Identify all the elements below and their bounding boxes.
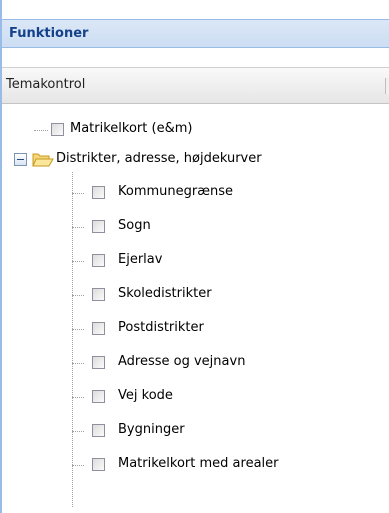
layer-label: Skoledistrikter xyxy=(118,286,212,301)
tree-connector xyxy=(72,329,84,330)
tree-connector xyxy=(72,431,84,432)
layer-checkbox[interactable] xyxy=(92,288,105,301)
panel-title: Funktioner xyxy=(9,26,89,41)
layer-checkbox[interactable] xyxy=(92,220,105,233)
folder-label: Distrikter, adresse, højdekurver xyxy=(56,151,262,166)
layer-label: Bygninger xyxy=(118,422,185,437)
layer-label: Matrikelkort med arealer xyxy=(118,456,279,471)
tree-item-matrikelkort[interactable]: Matrikelkort (e&m) xyxy=(0,118,389,142)
layer-checkbox[interactable] xyxy=(92,356,105,369)
tree-item-vej-kode[interactable]: Vej kode xyxy=(0,385,389,409)
layer-label: Postdistrikter xyxy=(118,320,204,335)
functions-panel: Funktioner Temakontrol Matrikelkort (e&m… xyxy=(0,0,389,513)
layer-label: Ejerlav xyxy=(118,252,163,267)
tree-connector xyxy=(72,227,84,228)
layer-label: Matrikelkort (e&m) xyxy=(70,121,193,136)
panel-header[interactable]: Funktioner xyxy=(2,19,389,48)
tree-connector xyxy=(72,363,84,364)
tree-item-adresse-og-vejnavn[interactable]: Adresse og vejnavn xyxy=(0,351,389,375)
layer-checkbox[interactable] xyxy=(92,390,105,403)
tree-connector xyxy=(72,465,84,466)
folder-open-icon xyxy=(32,153,54,167)
layer-checkbox[interactable] xyxy=(92,186,105,199)
tree-folder-distrikter[interactable]: Distrikter, adresse, højdekurver xyxy=(0,148,389,172)
layer-label: Vej kode xyxy=(118,388,173,403)
theme-control-title: Temakontrol xyxy=(6,77,86,92)
layer-checkbox[interactable] xyxy=(92,458,105,471)
tree-item-postdistrikter[interactable]: Postdistrikter xyxy=(0,317,389,341)
layer-label: Kommunegrænse xyxy=(118,184,234,199)
tree-item-sogn[interactable]: Sogn xyxy=(0,215,389,239)
tree-item-kommunegraense[interactable]: Kommunegrænse xyxy=(0,181,389,205)
layer-label: Adresse og vejnavn xyxy=(118,354,246,369)
tree-item-skoledistrikter[interactable]: Skoledistrikter xyxy=(0,283,389,307)
layer-label: Sogn xyxy=(118,218,151,233)
tree-connector xyxy=(72,261,84,262)
tree-connector xyxy=(34,130,48,131)
tree-connector xyxy=(72,397,84,398)
tree-item-bygninger[interactable]: Bygninger xyxy=(0,419,389,443)
layer-checkbox[interactable] xyxy=(51,123,64,136)
tree-connector xyxy=(72,295,84,296)
theme-control-header[interactable]: Temakontrol xyxy=(2,67,389,104)
collapse-handle[interactable] xyxy=(385,78,389,94)
layer-checkbox[interactable] xyxy=(92,322,105,335)
tree-item-matrikelkort-med-arealer[interactable]: Matrikelkort med arealer xyxy=(0,453,389,477)
layer-checkbox[interactable] xyxy=(92,424,105,437)
tree-connector xyxy=(72,193,84,194)
collapse-toggle-icon[interactable] xyxy=(14,153,27,166)
layer-checkbox[interactable] xyxy=(92,254,105,267)
tree-item-ejerlav[interactable]: Ejerlav xyxy=(0,249,389,273)
